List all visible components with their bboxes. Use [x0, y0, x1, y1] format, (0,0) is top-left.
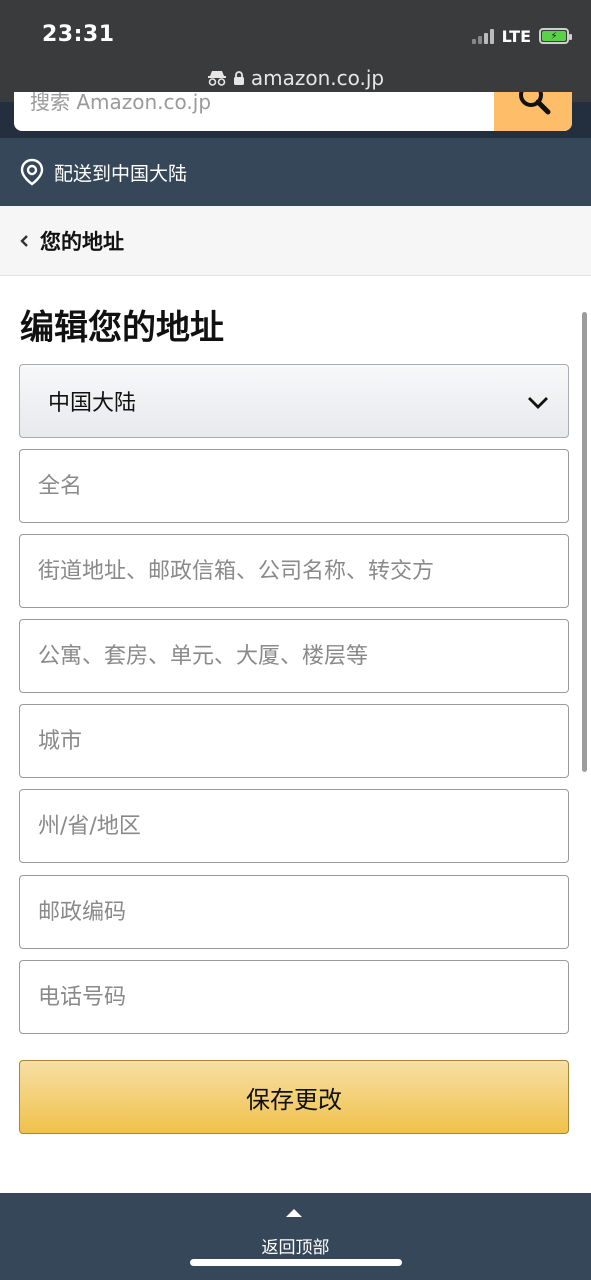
country-selected-value: 中国大陆 [48, 391, 137, 416]
country-select[interactable]: 中国大陆 [19, 364, 569, 438]
back-to-top[interactable]: 返回顶部 [0, 1193, 591, 1280]
city-field[interactable] [19, 704, 569, 778]
incognito-icon [207, 71, 226, 86]
clock: 23:31 [42, 22, 115, 47]
search-bar: 搜索 Amazon.co.jp [0, 92, 591, 138]
page-title: 编辑您的地址 [20, 308, 224, 348]
save-changes-button[interactable]: 保存更改 [19, 1060, 569, 1134]
scrollbar[interactable] [582, 312, 587, 772]
address-bar[interactable]: amazon.co.jp [0, 66, 591, 90]
chevron-left-icon [20, 234, 28, 247]
breadcrumb-your-addresses: 您的地址 [40, 229, 124, 254]
search-button[interactable] [494, 92, 572, 131]
search-input[interactable]: 搜索 Amazon.co.jp [30, 92, 211, 115]
search-field[interactable]: 搜索 Amazon.co.jp [14, 92, 572, 131]
postal-code-field[interactable] [19, 875, 569, 949]
url-text: amazon.co.jp [250, 66, 385, 90]
status-indicators: LTE ⚡ [471, 26, 572, 46]
cellular-signal-icon [471, 28, 494, 44]
location-pin-icon [20, 158, 44, 186]
battery-icon: ⚡ [539, 28, 572, 44]
chevron-down-icon [528, 397, 548, 409]
apartment-field[interactable] [19, 619, 569, 693]
breadcrumb[interactable]: 您的地址 [0, 206, 591, 276]
home-indicator[interactable] [190, 1259, 402, 1266]
state-field[interactable] [19, 789, 569, 863]
search-icon [519, 92, 551, 115]
phone-field[interactable] [19, 960, 569, 1034]
street-address-field[interactable] [19, 534, 569, 608]
deliver-to-bar[interactable]: 配送到中国大陆 [0, 138, 591, 206]
network-type: LTE [501, 26, 531, 46]
back-to-top-label: 返回顶部 [261, 1238, 330, 1258]
status-bar: 23:31 LTE ⚡ amazon.co.jp [0, 0, 591, 102]
caret-up-icon [286, 1209, 302, 1217]
full-name-field[interactable] [19, 449, 569, 523]
deliver-to-label: 配送到中国大陆 [54, 162, 188, 185]
lock-icon [233, 71, 244, 85]
